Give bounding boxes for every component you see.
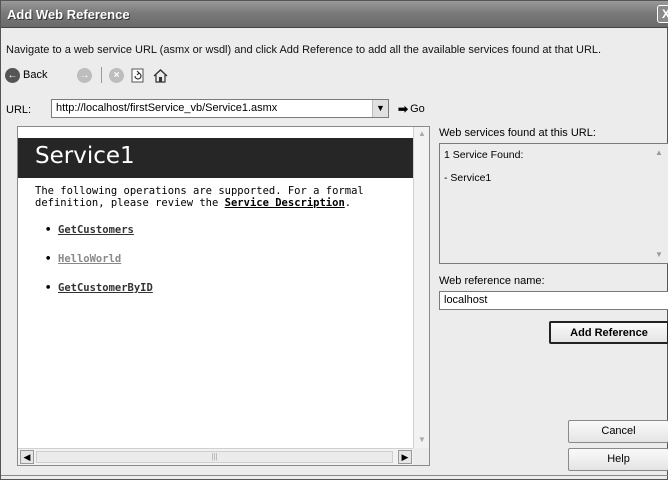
back-button-label: Back bbox=[23, 69, 48, 81]
service-browser-pane: Service1 The following operations are su… bbox=[17, 126, 430, 466]
close-button[interactable]: X bbox=[657, 5, 668, 23]
scroll-thumb[interactable]: ||| bbox=[36, 451, 393, 463]
add-web-reference-dialog: Add Web Reference X Navigate to a web se… bbox=[0, 0, 668, 480]
go-arrow-icon: ➡ bbox=[398, 102, 409, 116]
scroll-up-icon[interactable]: ▲ bbox=[655, 148, 663, 157]
scroll-down-icon[interactable]: ▼ bbox=[655, 250, 663, 259]
scroll-up-icon[interactable]: ▲ bbox=[416, 129, 428, 141]
back-button[interactable]: ← Back bbox=[5, 65, 47, 85]
forward-arrow-icon: → bbox=[77, 67, 92, 83]
operations-list: GetCustomers HelloWorld GetCustomerByID bbox=[45, 224, 153, 311]
service-title: Service1 bbox=[18, 138, 414, 178]
cancel-button[interactable]: Cancel bbox=[568, 420, 668, 443]
refresh-icon bbox=[131, 68, 144, 82]
services-found-count: 1 Service Found: bbox=[444, 149, 524, 161]
go-label: Go bbox=[410, 103, 425, 115]
back-arrow-icon: ← bbox=[5, 67, 20, 83]
scroll-left-icon[interactable]: ◀ bbox=[20, 450, 34, 464]
url-combobox[interactable]: http://localhost/firstService_vb/Service… bbox=[51, 99, 389, 118]
refresh-button[interactable] bbox=[131, 65, 145, 85]
operation-link-getcustomers[interactable]: GetCustomers bbox=[45, 224, 153, 253]
operation-link-helloworld[interactable]: HelloWorld bbox=[45, 253, 153, 282]
url-label: URL: bbox=[6, 104, 32, 116]
instructions-text: Navigate to a web service URL (asmx or w… bbox=[6, 44, 602, 56]
service-description-link[interactable]: Service Description bbox=[225, 197, 345, 209]
forward-button[interactable]: → bbox=[77, 65, 92, 85]
scroll-down-icon[interactable]: ▼ bbox=[416, 435, 428, 447]
add-reference-button[interactable]: Add Reference bbox=[549, 321, 668, 344]
web-reference-name-label: Web reference name: bbox=[439, 275, 545, 287]
home-icon bbox=[153, 68, 168, 83]
toolbar-separator bbox=[101, 67, 102, 83]
services-found-list[interactable]: 1 Service Found: - Service1 ▲ ▼ bbox=[439, 143, 668, 264]
stop-icon: × bbox=[109, 67, 124, 83]
found-list-scrollbar[interactable]: ▲ ▼ bbox=[654, 144, 668, 263]
intro-period: . bbox=[344, 197, 352, 209]
scroll-right-icon[interactable]: ▶ bbox=[398, 450, 412, 464]
operation-link-getcustomerbyid[interactable]: GetCustomerByID bbox=[45, 282, 153, 311]
services-found-label: Web services found at this URL: bbox=[439, 127, 596, 139]
scrollbar-corner bbox=[413, 448, 429, 465]
browser-horizontal-scrollbar[interactable]: ◀ ||| ▶ bbox=[18, 448, 415, 465]
chevron-down-icon[interactable]: ▼ bbox=[372, 100, 388, 117]
go-button[interactable]: ➡ Go bbox=[398, 102, 425, 116]
navigation-toolbar: ← Back → × bbox=[5, 65, 205, 87]
service-intro: The following operations are supported. … bbox=[35, 185, 405, 209]
help-button[interactable]: Help bbox=[568, 448, 668, 471]
title-bar: Add Web Reference X bbox=[1, 1, 668, 28]
web-reference-name-input[interactable]: localhost bbox=[439, 291, 668, 310]
stop-button[interactable]: × bbox=[109, 65, 124, 85]
home-button[interactable] bbox=[153, 65, 168, 85]
dialog-title: Add Web Reference bbox=[7, 7, 130, 22]
browser-vertical-scrollbar[interactable]: ▲ ▼ bbox=[413, 127, 429, 449]
service-list-item: - Service1 bbox=[444, 172, 492, 184]
bottom-border bbox=[1, 475, 668, 476]
url-value: http://localhost/firstService_vb/Service… bbox=[56, 102, 278, 114]
